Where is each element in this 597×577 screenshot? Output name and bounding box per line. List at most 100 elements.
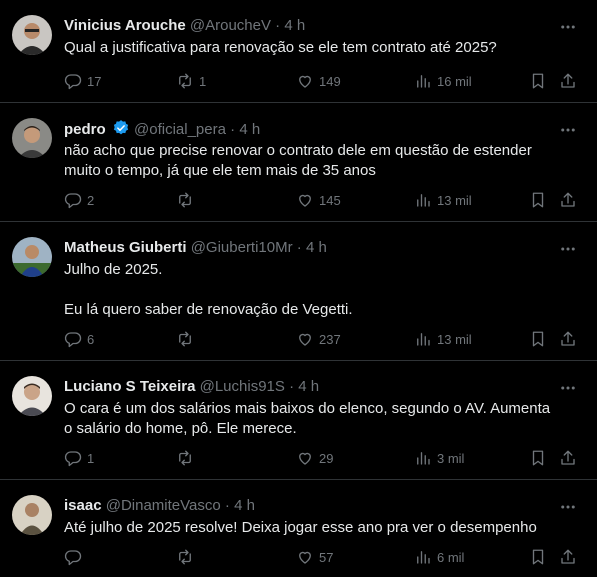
retweet-button[interactable]: [176, 447, 199, 469]
user-handle[interactable]: @oficial_pera: [134, 121, 226, 138]
reply-tweet[interactable]: Vinicius Arouche @AroucheV · 4 h Qual a …: [0, 0, 597, 103]
heart-icon: [299, 551, 311, 564]
user-handle[interactable]: @AroucheV: [190, 17, 271, 34]
reply-feed: Vinicius Arouche @AroucheV · 4 h Qual a …: [0, 0, 597, 577]
reply-button[interactable]: [64, 546, 87, 568]
heart-icon: [299, 194, 311, 207]
bookmark-button[interactable]: [529, 546, 552, 568]
retweet-icon: [179, 192, 191, 208]
retweet-icon: [179, 549, 191, 565]
reply-button[interactable]: 2: [64, 189, 94, 211]
heart-icon: [299, 333, 311, 346]
views-count: 6 mil: [437, 549, 465, 565]
avatar[interactable]: [12, 376, 52, 416]
more-options-icon[interactable]: [559, 18, 577, 36]
reply-icon: [64, 451, 82, 467]
views-count: 13 mil: [437, 331, 472, 347]
user-handle[interactable]: @Luchis91S: [200, 378, 285, 395]
share-button[interactable]: [559, 546, 582, 568]
action-bar: 2 145 13 mil: [64, 189, 581, 211]
tweet-text: O cara é um dos salários mais baixos do …: [64, 400, 555, 437]
more-options-icon[interactable]: [559, 240, 577, 258]
views-count: 16 mil: [437, 73, 472, 89]
timestamp[interactable]: 4 h: [239, 121, 260, 138]
reply-count: 17: [87, 73, 102, 89]
bookmark-icon: [532, 549, 544, 565]
retweet-button[interactable]: [176, 189, 199, 211]
reply-button[interactable]: 1: [64, 447, 94, 469]
user-handle[interactable]: @DinamiteVasco: [106, 497, 221, 514]
tweet-header: pedro @oficial_pera · 4 h: [64, 119, 557, 139]
retweet-button[interactable]: [176, 328, 199, 350]
display-name[interactable]: isaac: [64, 497, 102, 514]
share-button[interactable]: [559, 70, 582, 92]
views-button[interactable]: 13 mil: [414, 328, 472, 350]
avatar[interactable]: [12, 15, 52, 55]
share-button[interactable]: [559, 328, 582, 350]
retweet-button[interactable]: [176, 546, 199, 568]
bookmark-button[interactable]: [529, 70, 552, 92]
like-button[interactable]: 29: [296, 447, 333, 469]
tweet-header: Luciano S Teixeira @Luchis91S · 4 h: [64, 377, 557, 397]
more-options-icon[interactable]: [559, 498, 577, 516]
avatar[interactable]: [12, 495, 52, 535]
reply-icon: [64, 332, 82, 348]
avatar[interactable]: [12, 237, 52, 277]
separator-dot: ·: [289, 378, 295, 395]
display-name[interactable]: Luciano S Teixeira: [64, 378, 195, 395]
timestamp[interactable]: 4 h: [234, 497, 255, 514]
share-icon: [561, 450, 575, 465]
retweet-count: 1: [199, 73, 207, 89]
like-count: 57: [319, 549, 334, 565]
bookmark-icon: [532, 450, 544, 466]
views-button[interactable]: 16 mil: [414, 70, 472, 92]
retweet-icon: [179, 331, 191, 347]
more-options-icon[interactable]: [559, 121, 577, 139]
views-button[interactable]: 6 mil: [414, 546, 464, 568]
like-button[interactable]: 149: [296, 70, 341, 92]
bookmark-button[interactable]: [529, 189, 552, 211]
like-button[interactable]: 145: [296, 189, 341, 211]
views-count: 13 mil: [437, 192, 472, 208]
tweet-header: Matheus Giuberti @Giuberti10Mr · 4 h: [64, 238, 557, 258]
avatar[interactable]: [12, 118, 52, 158]
reply-tweet[interactable]: isaac @DinamiteVasco · 4 h Até julho de …: [0, 480, 597, 577]
timestamp[interactable]: 4 h: [284, 17, 305, 34]
reply-icon: [64, 550, 82, 566]
bookmark-button[interactable]: [529, 447, 552, 469]
like-button[interactable]: 57: [296, 546, 333, 568]
display-name[interactable]: pedro: [64, 121, 106, 138]
share-icon: [561, 73, 575, 88]
reply-tweet[interactable]: pedro @oficial_pera · 4 h não acho que p…: [0, 103, 597, 222]
timestamp[interactable]: 4 h: [306, 239, 327, 256]
share-button[interactable]: [559, 447, 582, 469]
like-count: 149: [319, 73, 341, 89]
bookmark-button[interactable]: [529, 328, 552, 350]
reply-tweet[interactable]: Luciano S Teixeira @Luchis91S · 4 h O ca…: [0, 361, 597, 480]
like-count: 145: [319, 192, 341, 208]
retweet-button[interactable]: 1: [176, 70, 206, 92]
timestamp[interactable]: 4 h: [298, 378, 319, 395]
separator-dot: ·: [296, 239, 302, 256]
reply-button[interactable]: 6: [64, 328, 94, 350]
bookmark-icon: [532, 73, 544, 89]
display-name[interactable]: Matheus Giuberti: [64, 239, 187, 256]
reply-button[interactable]: 17: [64, 70, 101, 92]
reply-tweet[interactable]: Matheus Giuberti @Giuberti10Mr · 4 h Jul…: [0, 222, 597, 361]
share-button[interactable]: [559, 189, 582, 211]
reply-count: 2: [87, 192, 95, 208]
user-handle[interactable]: @Giuberti10Mr: [191, 239, 293, 256]
views-button[interactable]: 3 mil: [414, 447, 464, 469]
views-button[interactable]: 13 mil: [414, 189, 472, 211]
tweet-text: Até julho de 2025 resolve! Deixa jogar e…: [64, 519, 537, 536]
like-button[interactable]: 237: [296, 328, 341, 350]
tweet-header: isaac @DinamiteVasco · 4 h: [64, 496, 557, 516]
separator-dot: ·: [224, 497, 230, 514]
display-name[interactable]: Vinicius Arouche: [64, 17, 186, 34]
heart-icon: [299, 75, 311, 88]
views-chart-icon: [417, 75, 430, 88]
tweet-text: Julho de 2025. Eu lá quero saber de reno…: [64, 261, 353, 318]
views-chart-icon: [417, 551, 430, 564]
more-options-icon[interactable]: [559, 379, 577, 397]
verified-badge-icon[interactable]: [112, 119, 130, 137]
